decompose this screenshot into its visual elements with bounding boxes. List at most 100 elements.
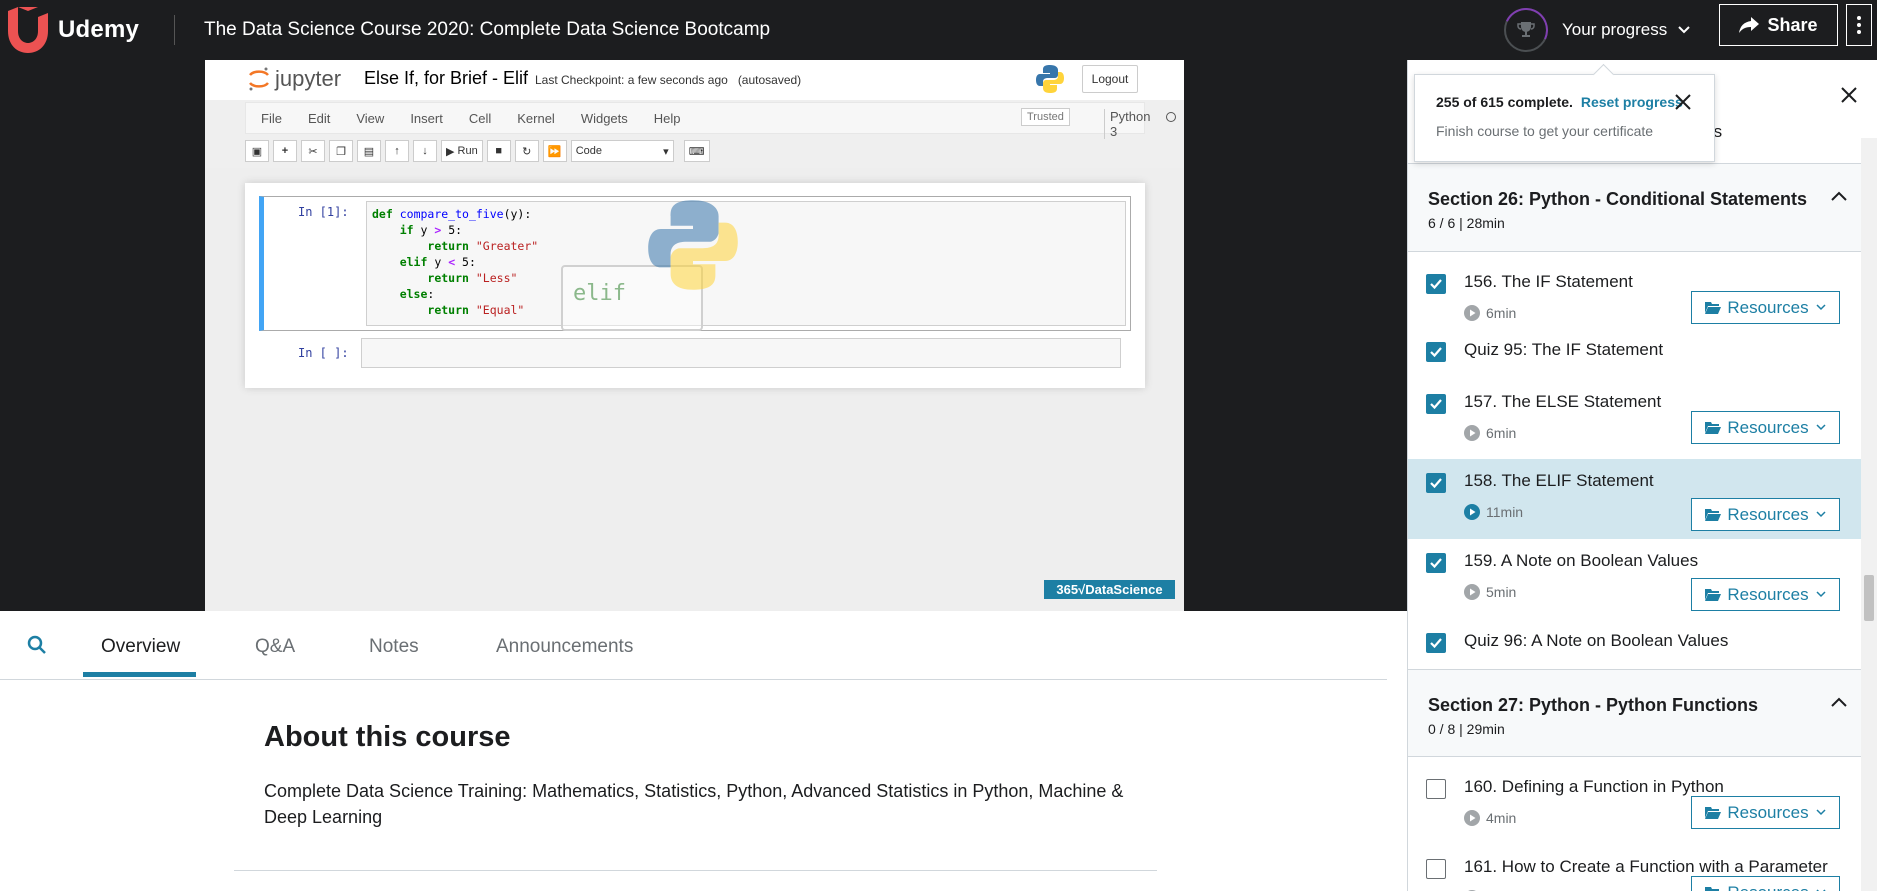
play-circle-icon: [1464, 305, 1480, 321]
sidebar-scrollbar[interactable]: [1861, 138, 1877, 891]
completed-checkbox[interactable]: [1426, 473, 1446, 493]
udemy-logo-icon: [8, 7, 48, 53]
menu-kernel: Kernel: [517, 110, 555, 126]
tab-announcements[interactable]: Announcements: [496, 636, 633, 658]
vertical-dots-icon: [1857, 16, 1861, 34]
chevron-down-icon: [1678, 26, 1690, 34]
run-label: Run: [457, 145, 478, 157]
video-player[interactable]: jupyter Else If, for Brief - Elif Last C…: [0, 60, 1407, 611]
share-button[interactable]: Share: [1719, 4, 1838, 46]
cell-type-label: Code: [575, 145, 602, 157]
lecture-duration: 11min: [1464, 504, 1523, 520]
lecture-item-158[interactable]: 158. The ELIF Statement 11min Resources: [1408, 459, 1861, 539]
divider: [234, 870, 1157, 871]
close-icon[interactable]: [1674, 93, 1692, 111]
chevron-down-icon: [1816, 591, 1826, 598]
resources-button[interactable]: Resources: [1691, 876, 1840, 891]
video-frame: jupyter Else If, for Brief - Elif Last C…: [205, 60, 1184, 611]
autosave-text: (autosaved): [737, 73, 802, 87]
select-arrow-icon: ▾: [663, 145, 669, 158]
share-icon: [1739, 17, 1760, 33]
resources-button[interactable]: Resources: [1691, 291, 1840, 324]
section-title: Section 27: Python - Python Functions: [1428, 695, 1759, 715]
progress-dropdown[interactable]: Your progress: [1504, 6, 1691, 54]
folder-open-icon: [1705, 887, 1720, 891]
play-circle-icon: [1464, 810, 1480, 826]
fast-forward-icon: ⏩: [542, 140, 567, 162]
lecture-item-159[interactable]: 159. A Note on Boolean Values 5min Resou…: [1408, 539, 1861, 619]
progress-complete-text: 255 of 615 complete. Reset progress: [1436, 94, 1683, 110]
folder-open-icon: [1705, 509, 1722, 521]
completed-checkbox[interactable]: [1426, 553, 1446, 573]
chevron-up-icon: [1831, 191, 1847, 201]
stop-icon: ■: [486, 140, 511, 162]
jupyter-logo-icon: [249, 67, 269, 91]
menu-cell: Cell: [468, 110, 492, 126]
resources-button[interactable]: Resources: [1691, 498, 1840, 531]
empty-code-input: [361, 338, 1121, 368]
section-title: Section 26: Python - Conditional Stateme…: [1428, 189, 1808, 209]
play-circle-icon: [1464, 504, 1480, 520]
udemy-logo[interactable]: Udemy: [4, 7, 154, 53]
progress-label: Your progress: [1562, 20, 1668, 39]
tab-overview[interactable]: Overview: [101, 636, 180, 658]
lecture-tabs: Overview Q&A Notes Announcements: [0, 611, 1387, 680]
lecture-item-157[interactable]: 157. The ELSE Statement 6min Resources: [1408, 372, 1861, 452]
completed-checkbox[interactable]: [1426, 342, 1446, 362]
close-icon[interactable]: [1840, 86, 1858, 104]
section-header-26[interactable]: Section 26: Python - Conditional Stateme…: [1408, 164, 1861, 252]
completed-checkbox[interactable]: [1426, 633, 1446, 653]
tab-qa[interactable]: Q&A: [255, 636, 295, 658]
incomplete-checkbox[interactable]: [1426, 859, 1446, 879]
lecture-item-160[interactable]: 160. Defining a Function in Python 4min …: [1408, 757, 1861, 837]
cell-type-select: Code ▾: [570, 140, 674, 162]
search-icon[interactable]: [27, 635, 47, 655]
lecture-duration: 6min: [1464, 425, 1516, 441]
python-logo-icon: [1036, 65, 1064, 93]
about-heading: About this course: [264, 721, 511, 753]
checkpoint-status: Last Checkpoint: a few seconds ago (auto…: [535, 73, 801, 87]
lecture-title: 156. The IF Statement: [1464, 272, 1633, 291]
lecture-item-156[interactable]: 156. The IF Statement 6min Resources: [1408, 252, 1861, 332]
arrow-down-icon: ↓: [413, 140, 437, 162]
kernel-indicator: Python 3: [1104, 109, 1150, 139]
share-label: Share: [1767, 14, 1818, 35]
save-icon: ▣: [245, 140, 269, 162]
section-meta: 0 / 8 | 29min: [1428, 721, 1505, 737]
play-circle-icon: [1464, 584, 1480, 600]
quiz-item-95[interactable]: Quiz 95: The IF Statement: [1408, 332, 1861, 372]
scrollbar-thumb[interactable]: [1864, 575, 1874, 621]
lecture-title: 157. The ELSE Statement: [1464, 392, 1662, 411]
menu-insert: Insert: [410, 110, 443, 126]
jupyter-toolbar: ▣ + ✂ ❐ ▤ ↑ ↓ ▶ Run ■ ↻ ⏩ Code ▾ ⌨: [245, 136, 1145, 166]
folder-open-icon: [1705, 589, 1722, 601]
jupyter-logo: jupyter: [247, 66, 341, 92]
code-cell-2: In [ ]:: [259, 338, 1131, 371]
certificate-hint: Finish course to get your certificate: [1436, 123, 1654, 139]
section-meta: 6 / 6 | 28min: [1428, 215, 1505, 231]
resources-button[interactable]: Resources: [1691, 796, 1840, 829]
lecture-title: 158. The ELIF Statement: [1464, 471, 1654, 490]
kernel-idle-icon: [1166, 112, 1176, 122]
quiz-item-96[interactable]: Quiz 96: A Note on Boolean Values: [1408, 619, 1861, 669]
trophy-icon: [1517, 22, 1535, 37]
lecture-item-161[interactable]: 161. How to Create a Function with a Par…: [1408, 837, 1861, 891]
completed-checkbox[interactable]: [1426, 274, 1446, 294]
check-icon: [1430, 558, 1442, 569]
resources-button[interactable]: Resources: [1691, 411, 1840, 444]
incomplete-checkbox[interactable]: [1426, 779, 1446, 799]
lecture-title: 160. Defining a Function in Python: [1464, 777, 1724, 796]
menu-view: View: [356, 110, 385, 126]
chevron-down-icon: [1816, 809, 1826, 816]
run-button: ▶ Run: [441, 140, 483, 162]
cell-prompt: In [1]:: [298, 205, 349, 219]
section-header-27[interactable]: Section 27: Python - Python Functions 0 …: [1408, 669, 1861, 757]
arrow-up-icon: ↑: [385, 140, 409, 162]
resources-button[interactable]: Resources: [1691, 578, 1840, 611]
progress-popover: 255 of 615 complete. Reset progress Fini…: [1414, 74, 1715, 162]
tab-notes[interactable]: Notes: [369, 636, 419, 658]
course-title[interactable]: The Data Science Course 2020: Complete D…: [204, 19, 770, 41]
completed-checkbox[interactable]: [1426, 394, 1446, 414]
more-options-button[interactable]: [1846, 4, 1872, 46]
reset-progress-link[interactable]: Reset progress: [1581, 94, 1683, 110]
